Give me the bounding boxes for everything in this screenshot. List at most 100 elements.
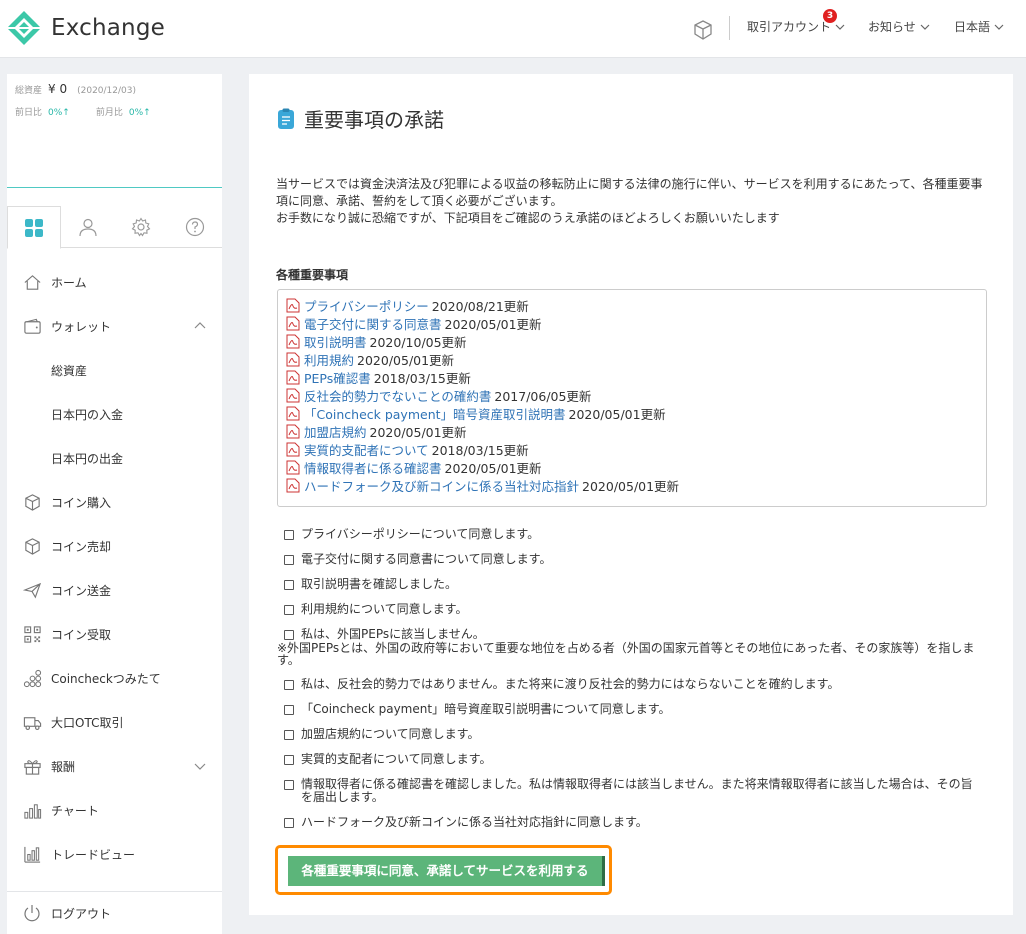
document-item: ハードフォーク及び新コインに係る当社対応指針 2020/05/01更新 [286, 476, 978, 494]
sidebar-item-receive-coin[interactable]: コイン受取 [7, 612, 222, 656]
document-link[interactable]: プライバシーポリシー [304, 296, 429, 315]
language-menu-label: 日本語 [954, 20, 991, 34]
document-link[interactable]: 加盟店規約 [304, 422, 367, 441]
document-item: 実質的支配者について 2018/03/15更新 [286, 440, 978, 458]
home-icon [24, 274, 40, 290]
agreement-label[interactable]: ハードフォーク及び新コインに係る当社対応指針に同意します。 [301, 816, 981, 829]
agreement-checkbox[interactable] [284, 530, 294, 540]
logout-button[interactable]: ログアウト [7, 891, 222, 934]
cube-icon[interactable] [692, 19, 714, 41]
agreement-checkbox[interactable] [284, 680, 294, 690]
intro-paragraph: 当サービスでは資金決済法及び犯罪による収益の移転防止に関する法律の施行に伴い、サ… [276, 177, 983, 208]
account-menu-label: 取引アカウント [747, 20, 832, 34]
tab-dashboard[interactable] [7, 206, 61, 249]
agreement-checkbox[interactable] [284, 605, 294, 615]
logo-mark-icon [7, 11, 41, 45]
agreement-label[interactable]: プライバシーポリシーについて同意します。 [301, 528, 981, 541]
agreement-checkbox[interactable] [284, 630, 294, 640]
agreement-label[interactable]: 「Coincheck payment」暗号資産取引説明書について同意します。 [301, 703, 981, 716]
sidebar-item-home[interactable]: ホーム [7, 260, 222, 304]
agreement-item: 電子交付に関する同意書について同意します。 [284, 553, 984, 566]
document-item: プライバシーポリシー 2020/08/21更新 [286, 296, 978, 314]
sidebar-item-rewards[interactable]: 報酬 [7, 744, 222, 788]
language-menu[interactable]: 日本語 [954, 18, 1004, 35]
tab-settings[interactable] [115, 206, 169, 248]
agreement-label[interactable]: 私は、外国PEPsに該当しません。 [301, 628, 981, 641]
chevron-down-icon [835, 24, 845, 30]
document-link[interactable]: 「Coincheck payment」暗号資産取引説明書 [304, 404, 566, 423]
agreement-checkbox[interactable] [284, 755, 294, 765]
truck-icon [23, 716, 41, 730]
document-link[interactable]: 電子交付に関する同意書 [304, 314, 442, 333]
document-item: 「Coincheck payment」暗号資産取引説明書 2020/05/01更新 [286, 404, 978, 422]
agreement-label[interactable]: 加盟店規約について同意します。 [301, 728, 981, 741]
sidebar-item-label: ホーム [51, 275, 87, 290]
agreement-item: 取引説明書を確認しました。 [284, 578, 984, 591]
document-link[interactable]: 取引説明書 [304, 332, 367, 351]
agreement-checkbox[interactable] [284, 818, 294, 828]
day-change-label: 前日比 [15, 108, 43, 118]
agreement-checkbox[interactable] [284, 780, 294, 790]
document-updated: 2020/05/01更新 [444, 316, 542, 332]
sidebar-tabs [7, 206, 222, 249]
document-link[interactable]: PEPs確認書 [304, 368, 371, 387]
sidebar-item-buy-coin[interactable]: コイン購入 [7, 480, 222, 524]
sidebar-item-tsumitate[interactable]: Coincheckつみたて [7, 656, 222, 700]
agreement-label[interactable]: 私は、反社会的勢力ではありません。また将来に渡り反社会的勢力にはならないことを確… [301, 678, 981, 691]
document-link[interactable]: ハードフォーク及び新コインに係る当社対応指針 [304, 476, 579, 495]
main-panel: 重要事項の承諾 当サービスでは資金決済法及び犯罪による収益の移転防止に関する法律… [249, 74, 1013, 915]
month-change-value: 0%↑ [128, 108, 151, 118]
intro-text: 当サービスでは資金決済法及び犯罪による収益の移転防止に関する法律の施行に伴い、サ… [276, 176, 986, 227]
gift-icon [23, 759, 41, 775]
sidebar-item-label: コイン購入 [51, 495, 112, 510]
agreement-checkbox[interactable] [284, 580, 294, 590]
pdf-icon [286, 460, 300, 474]
agreement-checkbox[interactable] [284, 705, 294, 715]
sidebar-item-label: 報酬 [51, 759, 76, 774]
total-assets-label: 総資産 [15, 86, 43, 96]
chevron-up-icon [194, 322, 206, 329]
sidebar-item-send-coin[interactable]: コイン送金 [7, 568, 222, 612]
document-link[interactable]: 情報取得者に係る確認書 [304, 458, 442, 477]
agreement-checklist: プライバシーポリシーについて同意します。 電子交付に関する同意書について同意しま… [277, 528, 984, 841]
agreement-checkbox[interactable] [284, 730, 294, 740]
sidebar-item-wallet[interactable]: ウォレット [7, 304, 222, 348]
sidebar-item-jpy-withdraw[interactable]: 日本円の出金 [7, 436, 222, 480]
agreement-label[interactable]: 利用規約について同意します。 [301, 603, 981, 616]
agreement-label[interactable]: 取引説明書を確認しました。 [301, 578, 981, 591]
day-change-value: 0%↑ [48, 108, 70, 118]
agreement-checkbox[interactable] [284, 555, 294, 565]
sidebar-item-total-assets[interactable]: 総資産 [7, 348, 222, 392]
sidebar-item-trade-view[interactable]: トレードビュー [7, 832, 222, 876]
document-link[interactable]: 実質的支配者について [304, 440, 429, 459]
document-item: 加盟店規約 2020/05/01更新 [286, 422, 978, 440]
agreement-label[interactable]: 電子交付に関する同意書について同意します。 [301, 553, 981, 566]
document-link[interactable]: 反社会的勢力でないことの確約書 [304, 386, 491, 405]
notice-menu[interactable]: お知らせ [868, 18, 930, 35]
sidebar-item-sell-coin[interactable]: コイン売却 [7, 524, 222, 568]
document-updated: 2020/08/21更新 [431, 298, 529, 314]
tab-help[interactable] [168, 206, 222, 248]
tab-account[interactable] [61, 206, 115, 248]
logo[interactable]: Exchange [6, 10, 165, 46]
agreement-label[interactable]: 情報取得者に係る確認書を確認しました。私は情報取得者には該当しません。また将来情… [301, 778, 981, 804]
document-item: 反社会的勢力でないことの確約書 2017/06/05更新 [286, 386, 978, 404]
submit-highlight: 各種重要事項に同意、承諾してサービスを利用する [275, 845, 612, 895]
sidebar-item-chart[interactable]: チャート [7, 788, 222, 832]
agreement-label[interactable]: 実質的支配者について同意します。 [301, 753, 981, 766]
total-assets-value: ¥ 0 [48, 82, 68, 96]
accept-and-use-button[interactable]: 各種重要事項に同意、承諾してサービスを利用する [288, 856, 605, 886]
wallet-icon [23, 318, 41, 334]
chevron-down-icon [920, 24, 930, 30]
sidebar-item-label: 日本円の出金 [51, 451, 124, 466]
pdf-icon [286, 352, 300, 366]
sidebar-item-jpy-deposit[interactable]: 日本円の入金 [7, 392, 222, 436]
sidebar-item-otc[interactable]: 大口OTC取引 [7, 700, 222, 744]
document-item: 取引説明書 2020/10/05更新 [286, 332, 978, 350]
clipboard-icon [278, 108, 294, 129]
document-item: 電子交付に関する同意書 2020/05/01更新 [286, 314, 978, 332]
pdf-icon [286, 406, 300, 420]
gear-icon [132, 217, 151, 237]
documents-heading: 各種重要事項 [276, 268, 349, 282]
document-link[interactable]: 利用規約 [304, 350, 354, 369]
